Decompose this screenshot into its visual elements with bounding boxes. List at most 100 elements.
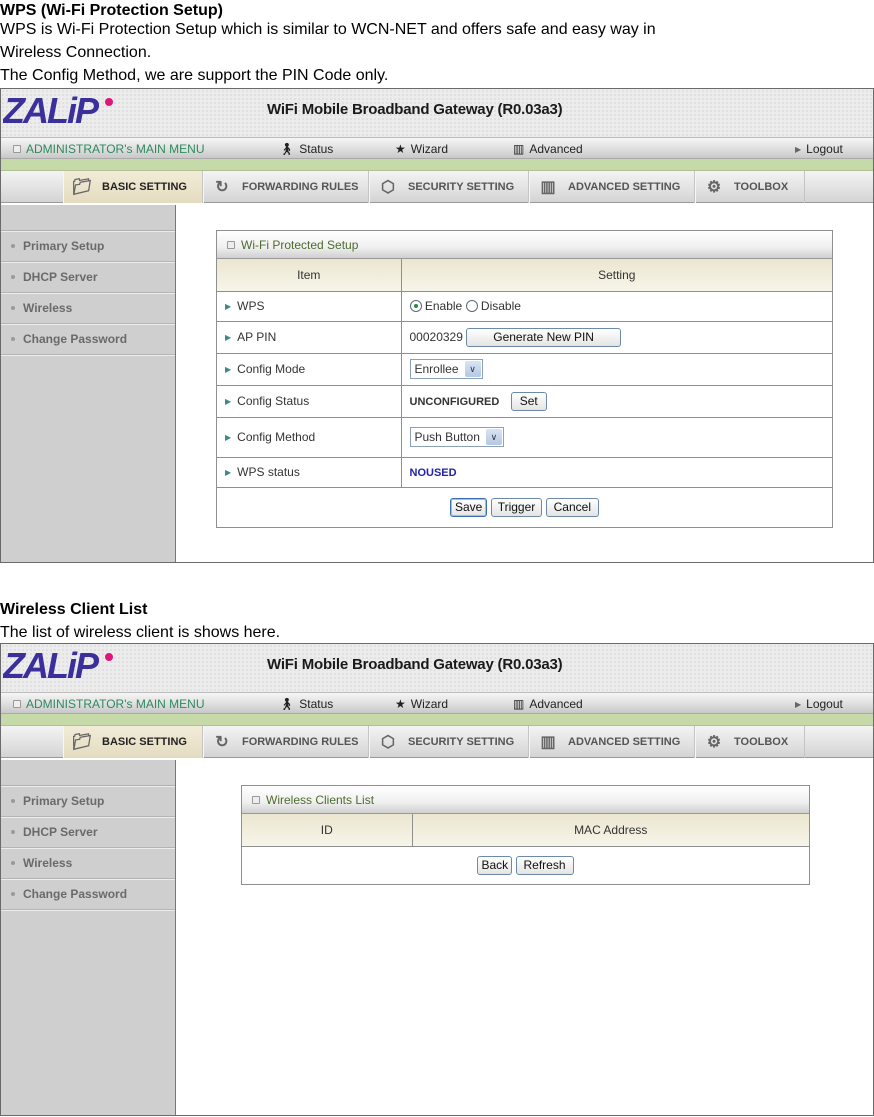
panel-square-icon (227, 240, 235, 249)
menu-status-label: Status (299, 697, 334, 711)
table-row: ▶ Config Mode Enrollee ∨ (217, 353, 832, 386)
menu-advanced[interactable]: ▥ Advanced (513, 697, 583, 711)
clients-panel-title-text: Wireless Clients List (266, 792, 375, 807)
menu-status[interactable]: 🚶︎ Status (279, 697, 333, 711)
menu-divider-strip (1, 714, 873, 726)
trigger-button[interactable]: Trigger (490, 497, 543, 517)
advanced-setting-icon: ▥ (540, 734, 556, 751)
status-icon: 🚶︎ (279, 697, 295, 711)
menu-logout-label: Logout (806, 142, 843, 156)
forwarding-rules-icon: ↻ (215, 179, 229, 196)
tab-security-setting-label: SECURITY SETTING (408, 736, 515, 748)
config-method-select[interactable]: Push Button ∨ (409, 427, 504, 447)
bullet-icon (11, 306, 15, 310)
router-screenshot-wps: ZALiP WiFi Mobile Broadband Gateway (R0.… (0, 88, 874, 563)
tab-security-setting[interactable]: ⬡ SECURITY SETTING (369, 726, 529, 758)
menu-square-icon (13, 700, 21, 708)
security-setting-icon: ⬡ (381, 734, 395, 751)
row-label-cell: ▶ Config Status (217, 385, 402, 418)
svg-text:ZALiP: ZALiP (3, 93, 100, 129)
menu-advanced[interactable]: ▥ Advanced (513, 142, 583, 156)
bullet-icon (11, 892, 15, 896)
sidebar-item-change-password[interactable]: Change Password (1, 879, 175, 910)
tab-advanced-setting[interactable]: ▥ ADVANCED SETTING (529, 171, 695, 203)
tab-forwarding-rules[interactable]: ↻ FORWARDING RULES (203, 171, 369, 203)
table-row: ▶ Config Status UNCONFIGURED Set (217, 385, 832, 418)
back-button[interactable]: Back (477, 855, 513, 875)
sidebar-spacer (1, 205, 175, 231)
tab-security-setting-label: SECURITY SETTING (408, 181, 515, 193)
row-label-cell: ▶ WPS (217, 291, 402, 322)
row-value-cell: 00020329 Generate New PIN (401, 321, 832, 354)
status-icon: 🚶︎ (279, 142, 295, 156)
disable-label: Disable (480, 299, 521, 313)
tab-toolbox[interactable]: ⚙ TOOLBOX (695, 171, 805, 203)
sidebar-item-label: Primary Setup (23, 794, 105, 808)
save-button[interactable]: Save (450, 497, 488, 517)
cancel-button[interactable]: Cancel (545, 497, 599, 517)
sidebar-item-primary-setup[interactable]: Primary Setup (1, 786, 175, 817)
menu-logout[interactable]: ▶ Logout (795, 697, 843, 711)
bullet-icon (11, 275, 15, 279)
menu-status-label: Status (299, 142, 334, 156)
caret-right-icon: ▶ (225, 433, 232, 442)
wizard-icon: ★ (395, 697, 406, 711)
wps-disable-radio[interactable] (465, 300, 478, 312)
forwarding-rules-icon: ↻ (215, 734, 229, 751)
sidebar-item-change-password[interactable]: Change Password (1, 324, 175, 355)
row-value-cell: NOUSED (401, 457, 832, 488)
sidebar-spacer (1, 760, 175, 786)
menu-status[interactable]: 🚶︎ Status (279, 142, 333, 156)
wps-description-line-1: WPS is Wi-Fi Protection Setup which is s… (0, 21, 656, 38)
wps-section-heading: WPS (Wi-Fi Protection Setup) (0, 2, 223, 19)
router-header: ZALiP WiFi Mobile Broadband Gateway (R0.… (1, 644, 873, 692)
config-method-value: Push Button (414, 430, 480, 444)
sidebar-item-label: Primary Setup (23, 239, 105, 253)
col-header-item: Item (217, 259, 402, 292)
menu-wizard[interactable]: ★ Wizard (395, 697, 448, 711)
enable-label: Enable (424, 299, 463, 313)
admin-main-menu-label: ADMINISTRATOR's MAIN MENU (26, 142, 205, 156)
tab-forwarding-rules[interactable]: ↻ FORWARDING RULES (203, 726, 369, 758)
caret-right-icon: ▶ (225, 397, 232, 406)
row-label-cell: ▶ WPS status (217, 457, 402, 488)
wps-enable-radio[interactable] (409, 300, 422, 312)
sub-nav-bar: 📁︎ BASIC SETTING ↻ FORWARDING RULES ⬡ SECUR… (1, 171, 873, 203)
admin-main-menu[interactable]: ADMINISTRATOR's MAIN MENU (13, 697, 205, 711)
tab-forwarding-rules-label: FORWARDING RULES (242, 181, 359, 193)
sidebar-item-wireless[interactable]: Wireless (1, 848, 175, 879)
router-screenshot-clients: ZALiP WiFi Mobile Broadband Gateway (R0.… (0, 643, 874, 1116)
tab-basic-setting[interactable]: 📁︎ BASIC SETTING (63, 171, 203, 203)
row-value-cell: Push Button ∨ (401, 417, 832, 458)
tab-toolbox-label: TOOLBOX (734, 736, 789, 748)
col-header-mac-address: MAC Address (412, 814, 809, 847)
menu-logout[interactable]: ▶ Logout (795, 142, 843, 156)
caret-right-icon: ▶ (795, 699, 802, 709)
advanced-icon: ▥ (513, 142, 525, 156)
sidebar-item-dhcp-server[interactable]: DHCP Server (1, 817, 175, 848)
tab-advanced-setting[interactable]: ▥ ADVANCED SETTING (529, 726, 695, 758)
tab-toolbox[interactable]: ⚙ TOOLBOX (695, 726, 805, 758)
sidebar-item-primary-setup[interactable]: Primary Setup (1, 231, 175, 262)
sidebar-item-label: Wireless (23, 856, 73, 870)
caret-right-icon: ▶ (225, 302, 232, 311)
chevron-down-icon: ∨ (464, 361, 481, 377)
row-label: Config Method (237, 430, 316, 444)
tab-security-setting[interactable]: ⬡ SECURITY SETTING (369, 171, 529, 203)
tab-basic-setting[interactable]: 📁︎ BASIC SETTING (63, 726, 203, 758)
admin-main-menu[interactable]: ADMINISTRATOR's MAIN MENU (13, 142, 205, 156)
menu-wizard[interactable]: ★ Wizard (395, 142, 448, 156)
main-menu-bar: ADMINISTRATOR's MAIN MENU 🚶︎ Status ★ Wiza… (1, 692, 873, 714)
tab-basic-setting-label: BASIC SETTING (102, 736, 187, 748)
advanced-setting-icon: ▥ (540, 179, 556, 196)
set-button[interactable]: Set (510, 391, 547, 411)
wps-description-line-3: The Config Method, we are support the PI… (0, 67, 389, 84)
refresh-button[interactable]: Refresh (515, 855, 574, 875)
sidebar-item-dhcp-server[interactable]: DHCP Server (1, 262, 175, 293)
generate-new-pin-button[interactable]: Generate New PIN (466, 327, 621, 347)
bullet-icon (11, 861, 15, 865)
row-label: WPS status (237, 465, 300, 479)
config-mode-select[interactable]: Enrollee ∨ (409, 359, 483, 379)
ap-pin-value: 00020329 (409, 329, 463, 344)
sidebar-item-wireless[interactable]: Wireless (1, 293, 175, 324)
